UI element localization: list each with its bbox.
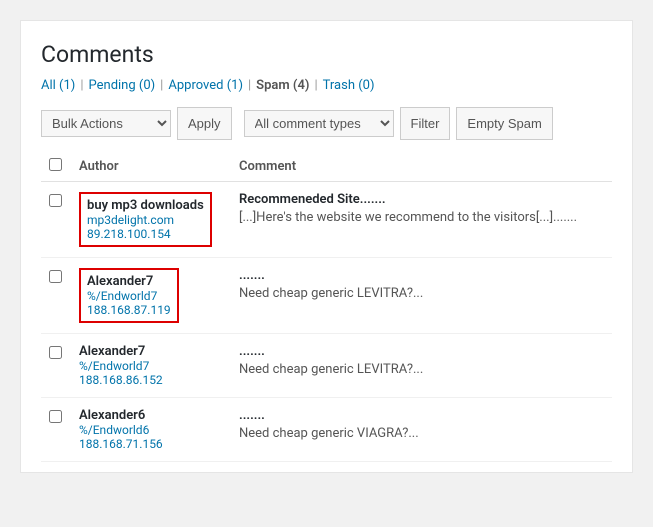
table-row: Alexander6%/Endworld6188.168.71.156.....…	[41, 398, 612, 462]
author-url[interactable]: %/Endworld6	[79, 423, 223, 437]
toolbar: Bulk Actions Apply All comment types Fil…	[41, 103, 612, 144]
author-cell: Alexander6%/Endworld6188.168.71.156	[71, 398, 231, 462]
comment-body: Need cheap generic LEVITRA?...	[239, 286, 604, 301]
comment-cell: ....... Need cheap generic VIAGRA?...	[231, 398, 612, 462]
comment-cell: Recommeneded Site....... [...]Here's the …	[231, 182, 612, 258]
nav-tab-pending[interactable]: Pending (0)	[89, 78, 156, 93]
author-ip[interactable]: 89.218.100.154	[87, 227, 204, 241]
author-name: Alexander7	[79, 344, 145, 359]
row-checkbox[interactable]	[49, 194, 62, 207]
author-name: buy mp3 downloads	[87, 198, 204, 213]
author-cell: Alexander7%/Endworld7188.168.87.119	[71, 258, 231, 334]
comment-types-select[interactable]: All comment types	[244, 110, 394, 137]
author-url[interactable]: mp3delight.com	[87, 213, 204, 227]
nav-tab-all[interactable]: All (1)	[41, 78, 75, 93]
select-all-checkbox[interactable]	[49, 158, 62, 171]
comment-title: .......	[239, 408, 604, 423]
comments-table: Author Comment buy mp3 downloadsmp3delig…	[41, 152, 612, 462]
table-row: Alexander7%/Endworld7188.168.86.152.....…	[41, 334, 612, 398]
author-name: Alexander7	[87, 274, 153, 289]
comment-body: [...]Here's the website we recommend to …	[239, 210, 604, 225]
comment-cell: ....... Need cheap generic LEVITRA?...	[231, 334, 612, 398]
author-name: Alexander6	[79, 408, 145, 423]
nav-tabs: All (1) | Pending (0) | Approved (1) | S…	[41, 78, 612, 93]
bulk-actions-select[interactable]: Bulk Actions	[41, 110, 171, 137]
author-url[interactable]: %/Endworld7	[79, 359, 223, 373]
comment-title: Recommeneded Site.......	[239, 192, 604, 207]
comment-title: .......	[239, 268, 604, 283]
comment-title: .......	[239, 344, 604, 359]
comment-body: Need cheap generic LEVITRA?...	[239, 362, 604, 377]
author-ip[interactable]: 188.168.87.119	[87, 303, 171, 317]
author-column-header: Author	[71, 152, 231, 182]
apply-button[interactable]: Apply	[177, 107, 232, 140]
comment-body: Need cheap generic VIAGRA?...	[239, 426, 604, 441]
row-checkbox[interactable]	[49, 346, 62, 359]
empty-spam-button[interactable]: Empty Spam	[456, 107, 552, 140]
author-url[interactable]: %/Endworld7	[87, 289, 171, 303]
author-cell: buy mp3 downloadsmp3delight.com89.218.10…	[71, 182, 231, 258]
table-row: buy mp3 downloadsmp3delight.com89.218.10…	[41, 182, 612, 258]
row-checkbox[interactable]	[49, 270, 62, 283]
select-all-header	[41, 152, 71, 182]
comment-column-header: Comment	[231, 152, 612, 182]
author-ip[interactable]: 188.168.86.152	[79, 373, 223, 387]
table-row: Alexander7%/Endworld7188.168.87.119.....…	[41, 258, 612, 334]
author-ip[interactable]: 188.168.71.156	[79, 437, 223, 451]
filter-button[interactable]: Filter	[400, 107, 451, 140]
nav-tab-spam[interactable]: Spam (4)	[256, 78, 309, 93]
row-checkbox[interactable]	[49, 410, 62, 423]
comment-cell: ....... Need cheap generic LEVITRA?...	[231, 258, 612, 334]
nav-tab-trash[interactable]: Trash (0)	[323, 78, 375, 93]
page-title: Comments	[41, 41, 612, 68]
nav-tab-approved[interactable]: Approved (1)	[168, 78, 243, 93]
author-cell: Alexander7%/Endworld7188.168.86.152	[71, 334, 231, 398]
